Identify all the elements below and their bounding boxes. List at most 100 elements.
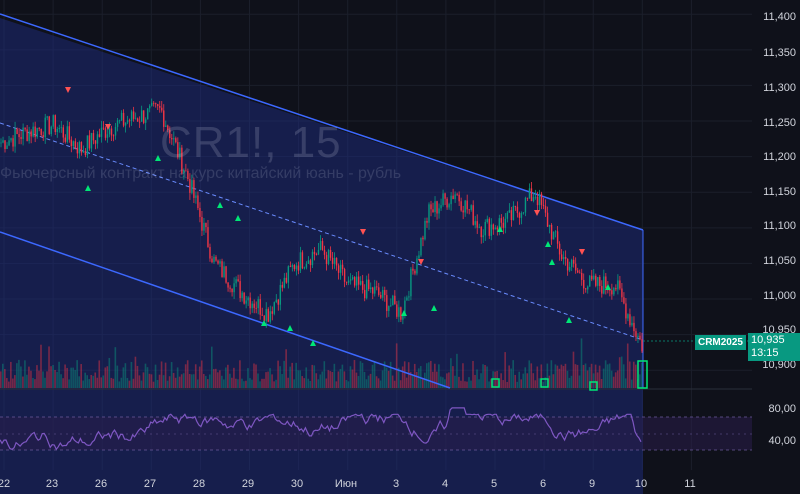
volume-bar: [196, 379, 199, 388]
candle-body: [128, 120, 131, 122]
volume-bar: [108, 357, 111, 388]
candle-body: [267, 309, 269, 322]
volume-bar: [568, 377, 571, 388]
candle-body: [157, 104, 159, 107]
volume-bar: [606, 364, 609, 388]
volume-bar: [122, 367, 125, 388]
volume-bar: [36, 365, 38, 388]
volume-bar: [532, 373, 535, 388]
volume-bar: [46, 371, 48, 388]
price-tick: 11,400: [763, 11, 796, 23]
volume-bar: [395, 343, 398, 388]
candle-body: [48, 116, 50, 135]
bar-countdown: 13:15: [751, 347, 779, 359]
candle-body: [285, 277, 288, 283]
price-tick: 11,300: [763, 82, 796, 94]
volume-bar: [285, 349, 287, 388]
candle-body: [209, 247, 211, 259]
candle-body: [237, 279, 239, 282]
volume-bar: [100, 377, 103, 388]
volume-bar: [146, 367, 149, 388]
candle-body: [44, 117, 46, 138]
volume-bar: [98, 360, 101, 388]
volume-bar: [425, 363, 428, 388]
candle-body: [112, 135, 115, 137]
candle-body: [619, 280, 621, 289]
candle-body: [595, 275, 597, 286]
candle-body: [52, 115, 54, 127]
volume-bar: [265, 372, 267, 388]
volume-bar: [295, 362, 297, 388]
volume-bar: [321, 371, 324, 388]
volume-bar: [60, 374, 62, 388]
volume-bar: [110, 377, 113, 388]
candle-body: [64, 137, 67, 142]
candle-body: [231, 288, 233, 293]
volume-bar: [4, 369, 6, 388]
candle-body: [572, 259, 575, 264]
volume-bar: [212, 369, 215, 388]
candle-body: [474, 221, 476, 225]
volume-bar: [202, 373, 205, 388]
candle-body: [104, 128, 107, 138]
candle-body: [420, 237, 422, 256]
volume-bar: [184, 364, 187, 388]
volume-bar: [178, 376, 181, 388]
candle-body: [6, 145, 8, 149]
volume-bar: [12, 378, 14, 388]
price-chart[interactable]: [0, 0, 800, 494]
time-tick: 23: [45, 478, 59, 490]
candle-body: [124, 122, 127, 126]
candle-body: [351, 277, 354, 280]
candle-body: [195, 195, 197, 198]
candle-body: [396, 304, 398, 317]
candle-body: [554, 231, 557, 233]
candle-body: [255, 307, 257, 309]
volume-bar: [574, 364, 577, 388]
candle-body: [122, 112, 125, 126]
candle-body: [418, 255, 420, 259]
candle-body: [436, 201, 438, 214]
volume-bar: [472, 360, 474, 388]
candle-body: [38, 127, 40, 129]
volume-bar: [70, 367, 72, 388]
volume-bar: [6, 378, 8, 388]
candle-body: [444, 193, 446, 199]
volume-bar: [355, 372, 358, 388]
candle-body: [144, 119, 147, 123]
volume-bar: [343, 371, 346, 388]
candle-body: [631, 322, 633, 326]
volume-bar: [319, 374, 322, 388]
candle-body: [92, 133, 95, 141]
volume-bar: [628, 361, 631, 388]
candle-body: [500, 218, 503, 223]
volume-bar: [598, 365, 601, 388]
volume-bar: [118, 381, 121, 388]
volume-bar: [389, 361, 392, 388]
volume-bar: [241, 378, 243, 388]
candle-body: [297, 265, 300, 271]
volume-bar: [16, 363, 18, 388]
volume-bar: [480, 373, 482, 388]
candle-body: [574, 263, 577, 271]
volume-bar: [315, 373, 318, 388]
volume-bar: [432, 371, 434, 388]
volume-bar: [144, 363, 147, 388]
volume-bar: [88, 379, 91, 388]
candle-body: [265, 309, 267, 321]
volume-bar: [626, 343, 629, 388]
candle-body: [568, 266, 571, 271]
symbol-tag: CRM2025: [694, 335, 746, 350]
volume-bar: [138, 375, 141, 388]
volume-bar: [640, 362, 643, 388]
candle-body: [556, 231, 559, 244]
volume-bar: [54, 369, 56, 388]
volume-bar: [566, 370, 569, 388]
volume-bar: [608, 363, 611, 388]
volume-bar: [22, 376, 24, 388]
volume-bar: [78, 376, 80, 388]
volume-bar: [311, 364, 314, 388]
volume-bar: [333, 363, 336, 388]
volume-bar: [225, 367, 227, 388]
volume-bar: [56, 371, 58, 388]
